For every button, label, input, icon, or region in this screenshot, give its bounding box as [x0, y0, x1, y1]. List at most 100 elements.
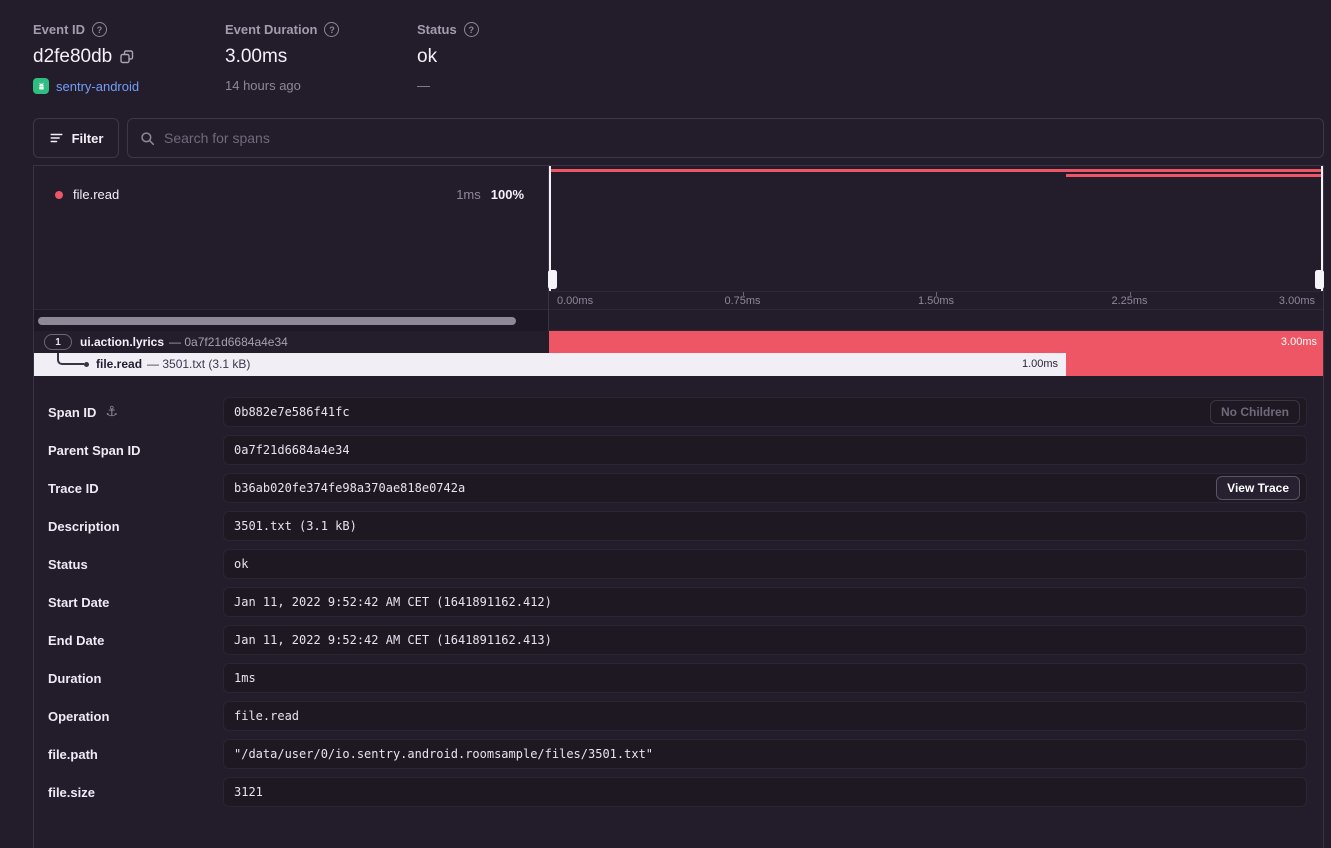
help-icon[interactable] — [464, 22, 479, 37]
minimap-right-handle[interactable] — [1321, 166, 1323, 291]
detail-label-text: Operation — [48, 709, 109, 724]
detail-label: Span ID ⚓ — [48, 397, 118, 427]
no-children-badge: No Children — [1210, 400, 1300, 424]
span-description: — 3501.txt (3.1 kB) — [147, 357, 250, 371]
minimap-canvas[interactable] — [549, 166, 1323, 291]
status-value: ok — [417, 46, 437, 68]
detail-label-text: End Date — [48, 633, 104, 648]
event-id-value-row: d2fe80db — [33, 46, 225, 68]
event-id-column: Event ID d2fe80db — [33, 22, 225, 94]
operations-breakdown-panel: file.read 1ms 100% — [34, 166, 549, 331]
detail-label-text: Trace ID — [48, 481, 99, 496]
scrollbar-track — [34, 309, 548, 331]
detail-label-text: file.path — [48, 747, 98, 762]
span-row-title: ui.action.lyrics— 0a7f21d6684a4e34 — [80, 331, 288, 353]
search-input[interactable] — [164, 130, 1311, 146]
detail-value-text: b36ab020fe374fe98a370ae818e0742a — [234, 481, 465, 495]
span-bar-area: 1.00ms — [549, 353, 1323, 376]
detail-row: file.path ⚓ "/data/user/0/io.sentry.andr… — [48, 739, 1307, 769]
detail-label: End Date ⚓ — [48, 625, 104, 655]
detail-value-text: ok — [234, 557, 248, 571]
detail-value-text: 3121 — [234, 785, 263, 799]
operation-percent: 100% — [491, 187, 524, 202]
status-column: Status ok — — [417, 22, 609, 94]
filter-button[interactable]: Filter — [33, 118, 119, 158]
detail-row: Status ⚓ ok — [48, 549, 1307, 579]
detail-label: Trace ID ⚓ — [48, 473, 99, 503]
span-detail-page: Event ID d2fe80db — [0, 0, 1331, 848]
detail-row: Start Date ⚓ Jan 11, 2022 9:52:42 AM CET… — [48, 587, 1307, 617]
detail-label-text: file.size — [48, 785, 95, 800]
tree-dot — [84, 362, 89, 367]
status-sub: — — [417, 78, 430, 93]
help-icon[interactable] — [324, 22, 339, 37]
detail-label: Parent Span ID ⚓ — [48, 435, 140, 465]
detail-value-text: 0a7f21d6684a4e34 — [234, 443, 350, 457]
detail-label-text: Start Date — [48, 595, 109, 610]
tree-connector — [57, 353, 84, 365]
axis-tick-label: 0.00ms — [557, 292, 593, 310]
span-duration-bar[interactable]: 3.00ms — [549, 331, 1323, 353]
horizontal-scrollbar[interactable] — [38, 317, 516, 325]
detail-label-text: Parent Span ID — [48, 443, 140, 458]
detail-label-text: Span ID — [48, 405, 96, 420]
detail-row: Description ⚓ 3501.txt (3.1 kB) — [48, 511, 1307, 541]
detail-row: Parent Span ID ⚓ 0a7f21d6684a4e34 — [48, 435, 1307, 465]
android-project-icon — [33, 78, 49, 94]
help-icon[interactable] — [92, 22, 107, 37]
anchor-icon[interactable]: ⚓ — [105, 404, 118, 420]
detail-label: Status ⚓ — [48, 549, 88, 579]
detail-value: "/data/user/0/io.sentry.android.roomsamp… — [223, 739, 1307, 769]
time-axis: 0.00ms0.75ms1.50ms2.25ms3.00ms — [549, 291, 1323, 309]
event-duration-value: 3.00ms — [225, 46, 287, 68]
detail-value-text: "/data/user/0/io.sentry.android.roomsamp… — [234, 747, 653, 761]
filter-icon — [49, 131, 64, 145]
detail-row: file.size ⚓ 3121 — [48, 777, 1307, 807]
operation-color-dot — [55, 191, 63, 199]
span-details-panel: Span ID ⚓ 0b882e7e586f41fc No Children P… — [34, 376, 1323, 848]
span-row-title: file.read— 3501.txt (3.1 kB) — [96, 353, 250, 376]
event-duration-column: Event Duration 3.00ms 14 hours ago — [225, 22, 417, 94]
span-row-selected[interactable]: file.read— 3501.txt (3.1 kB) 1.00ms — [34, 353, 1323, 376]
project-link[interactable]: sentry-android — [56, 79, 139, 94]
detail-row: Duration ⚓ 1ms — [48, 663, 1307, 693]
minimap-span-line — [1066, 174, 1323, 177]
minimap-left-handle[interactable] — [549, 166, 551, 291]
axis-tick-label: 2.25ms — [1111, 292, 1147, 310]
detail-row: Operation ⚓ file.read — [48, 701, 1307, 731]
detail-value-text: Jan 11, 2022 9:52:42 AM CET (1641891162.… — [234, 633, 552, 647]
span-row-transaction[interactable]: 1 ui.action.lyrics— 0a7f21d6684a4e34 3.0… — [34, 331, 1323, 353]
operation-duration: 1ms — [456, 187, 481, 202]
operation-legend-row: file.read 1ms 100% — [34, 166, 548, 202]
span-duration-bar[interactable] — [1066, 353, 1323, 376]
detail-label: file.size ⚓ — [48, 777, 95, 807]
detail-value-text: 3501.txt (3.1 kB) — [234, 519, 357, 533]
copy-icon[interactable] — [120, 50, 134, 64]
detail-value-text: file.read — [234, 709, 299, 723]
detail-label: Description ⚓ — [48, 511, 120, 541]
detail-row: Span ID ⚓ 0b882e7e586f41fc No Children — [48, 397, 1307, 427]
status-label-row: Status — [417, 22, 609, 37]
detail-value-text: 1ms — [234, 671, 256, 685]
detail-label: file.path ⚓ — [48, 739, 98, 769]
span-operation: ui.action.lyrics — [80, 335, 164, 349]
span-bar-area: 3.00ms — [549, 331, 1323, 353]
status-label: Status — [417, 22, 457, 37]
trace-view-container: file.read 1ms 100% 0.00ms0.75ms1.50ms2.2… — [33, 165, 1324, 848]
detail-value-text: 0b882e7e586f41fc — [234, 405, 350, 419]
trace-minimap: 0.00ms0.75ms1.50ms2.25ms3.00ms — [549, 166, 1323, 331]
event-header: Event ID d2fe80db — [33, 22, 609, 94]
view-trace-button[interactable]: View Trace — [1216, 476, 1300, 500]
span-search — [127, 118, 1324, 158]
detail-value: 3121 — [223, 777, 1307, 807]
operation-name: file.read — [73, 187, 119, 202]
detail-value: b36ab020fe374fe98a370ae818e0742a View Tr… — [223, 473, 1307, 503]
children-count-badge[interactable]: 1 — [44, 334, 72, 350]
event-id-label-row: Event ID — [33, 22, 225, 37]
detail-label-text: Description — [48, 519, 120, 534]
detail-label: Duration ⚓ — [48, 663, 101, 693]
minimap-section: file.read 1ms 100% 0.00ms0.75ms1.50ms2.2… — [34, 166, 1323, 331]
detail-value: 3501.txt (3.1 kB) — [223, 511, 1307, 541]
event-id-value: d2fe80db — [33, 46, 112, 68]
span-duration-label: 3.00ms — [1281, 331, 1317, 353]
